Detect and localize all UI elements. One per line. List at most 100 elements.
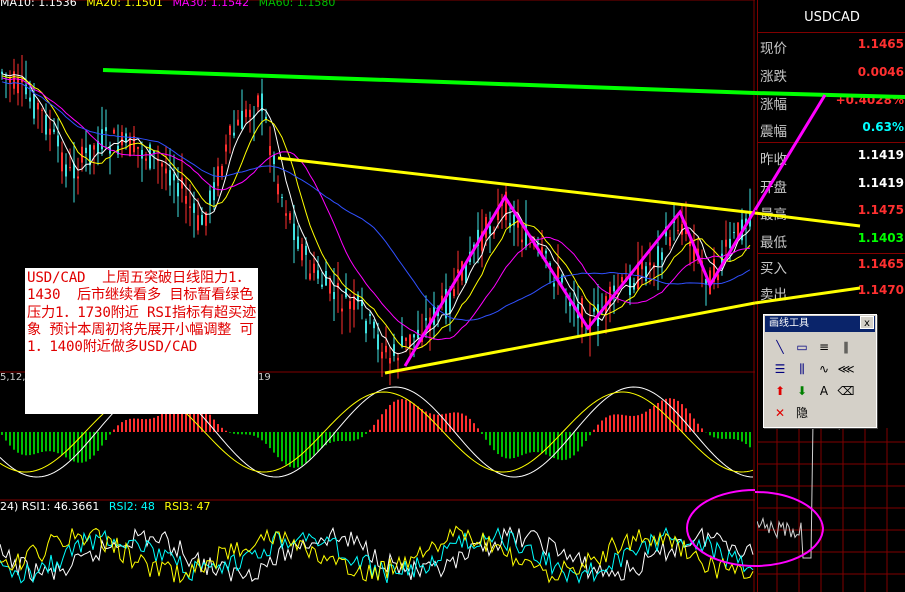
rsi1-label: 24) RSI1: 46.3661 — [0, 500, 100, 513]
candle-body — [377, 334, 379, 350]
gann-icon[interactable]: ∥ — [837, 338, 855, 356]
candle-body — [177, 182, 179, 197]
fan-icon[interactable]: ⋘ — [837, 360, 855, 378]
candle-body — [317, 270, 319, 279]
ma-legend: MA10: 1.1536 MA20: 1.1501 MA30: 1.1542 M… — [0, 0, 341, 9]
candle-body — [365, 320, 367, 334]
candle-body — [241, 110, 243, 129]
candle-body — [1, 71, 3, 74]
candle-body — [213, 182, 215, 201]
delete-icon[interactable]: ✕ — [771, 404, 789, 422]
symbol-title: USDCAD — [758, 0, 905, 33]
candle-body — [85, 147, 87, 154]
candle-body — [29, 97, 31, 102]
wave-icon[interactable]: ∿ — [815, 360, 833, 378]
candle-body — [733, 232, 735, 234]
candle-body — [37, 102, 39, 110]
candle-body — [221, 166, 223, 176]
erase-icon[interactable]: ⌫ — [837, 382, 855, 400]
quote-label: 昨收 — [760, 152, 787, 168]
quote-separator — [758, 142, 905, 143]
candle-body — [225, 144, 227, 152]
candle-body — [197, 215, 199, 231]
fib-icon[interactable]: ☰ — [771, 360, 789, 378]
mini-tick-chart — [757, 428, 905, 592]
candle-body — [645, 266, 647, 281]
drawing-toolbox[interactable]: 画线工具 x ╲ ▭ ≡ ∥ ☰ ⫼ ∿ ⋘ ⬆ ⬇ A ⌫ ✕ 隐 — [763, 314, 877, 428]
candle-body — [409, 334, 411, 347]
candle-body — [545, 250, 547, 254]
candle-body — [521, 239, 523, 243]
quote-value: +0.4028% — [835, 93, 904, 107]
quote-value: 0.0046 — [857, 65, 904, 79]
line-icon[interactable]: ╲ — [771, 338, 789, 356]
candle-body — [201, 215, 203, 225]
candle-body — [13, 71, 15, 89]
quote-row: 开盘 1.1419 — [758, 172, 905, 196]
candle-body — [349, 301, 351, 309]
candle-body — [173, 174, 175, 181]
quote-value: 1.1419 — [857, 148, 904, 162]
candle-body — [305, 245, 307, 255]
candle-body — [125, 133, 127, 143]
macd-params-label: 5,12, — [0, 372, 26, 383]
quote-row: 涨跌 0.0046 — [758, 61, 905, 85]
ma30-label: MA30: 1.1542 — [172, 0, 250, 9]
candle-body — [381, 351, 383, 359]
hide-icon[interactable]: 隐 — [793, 404, 811, 422]
up-arrow-icon[interactable]: ⬆ — [771, 382, 789, 400]
quote-value: 1.1470 — [857, 283, 904, 297]
down-arrow-icon[interactable]: ⬇ — [793, 382, 811, 400]
candle-body — [277, 183, 279, 195]
candle-body — [41, 109, 43, 111]
quote-value: 1.1465 — [857, 37, 904, 51]
candle-body — [289, 213, 291, 220]
candle-body — [405, 337, 407, 341]
quote-row: 卖出 1.1470 — [758, 279, 905, 303]
candle-body — [249, 109, 251, 117]
candle-body — [309, 273, 311, 280]
quote-label: 开盘 — [760, 180, 787, 196]
candle-body — [61, 152, 63, 172]
candle-body — [257, 95, 259, 108]
text-icon[interactable]: A — [815, 382, 833, 400]
candle-body — [69, 167, 71, 169]
candle-body — [729, 238, 731, 248]
quote-label: 涨跌 — [760, 69, 787, 85]
candle-body — [341, 308, 343, 312]
candle-body — [301, 244, 303, 261]
candle-body — [593, 308, 595, 312]
candle-body — [489, 226, 491, 234]
cycle-icon[interactable]: ⫼ — [793, 360, 811, 378]
candle-body — [661, 252, 663, 260]
candle-body — [49, 128, 51, 135]
candle-body — [425, 318, 427, 321]
candle-body — [57, 135, 59, 147]
quote-row: 最低 1.1403 — [758, 227, 905, 251]
candle-body — [413, 334, 415, 338]
parallel-icon[interactable]: ≡ — [815, 338, 833, 356]
candle-body — [385, 345, 387, 353]
rect-icon[interactable]: ▭ — [793, 338, 811, 356]
quote-label: 现价 — [760, 41, 787, 57]
candle-body — [137, 146, 139, 149]
candle-body — [209, 190, 211, 205]
quote-row: 昨收 1.1419 — [758, 144, 905, 168]
mini-tick-line — [757, 428, 840, 559]
quote-value: 1.1465 — [857, 257, 904, 271]
candle-body — [269, 146, 271, 156]
candle-body — [165, 168, 167, 174]
candle-body — [669, 237, 671, 246]
close-icon[interactable]: x — [860, 316, 874, 329]
quote-value: 1.1475 — [857, 203, 904, 217]
quote-label: 震幅 — [760, 124, 787, 140]
candle-body — [229, 125, 231, 135]
candle-body — [273, 154, 275, 165]
quote-label: 最高 — [760, 207, 787, 223]
quote-label: 涨幅 — [760, 97, 787, 113]
rsi-legend: 24) RSI1: 46.3661 RSI2: 48 RSI3: 47 — [0, 500, 217, 513]
candle-body — [193, 203, 195, 213]
candle-body — [449, 292, 451, 314]
candle-body — [245, 109, 247, 118]
quote-label: 买入 — [760, 261, 787, 277]
